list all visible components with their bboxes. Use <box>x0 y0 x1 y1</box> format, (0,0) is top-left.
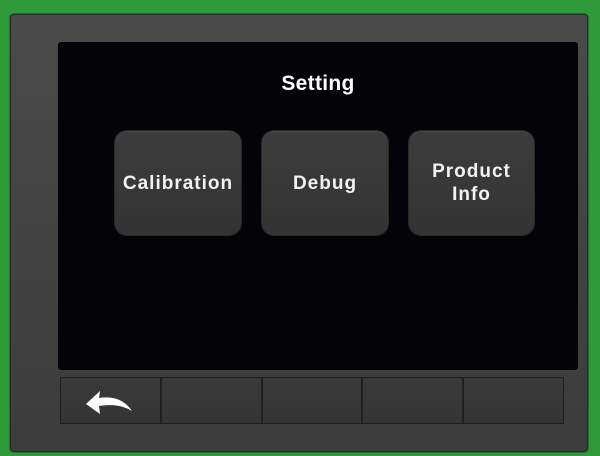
back-arrow-icon <box>86 390 133 414</box>
device-bezel: Setting Calibration Debug Product Info <box>10 14 588 452</box>
debug-button[interactable]: Debug <box>262 131 388 235</box>
display-screen: Setting Calibration Debug Product Info <box>58 42 578 370</box>
calibration-button[interactable]: Calibration <box>115 131 241 235</box>
page-title: Setting <box>281 72 355 95</box>
toolbar-slot-5[interactable] <box>464 378 563 423</box>
product-info-button[interactable]: Product Info <box>409 131 534 235</box>
bottom-toolbar <box>60 377 564 424</box>
toolbar-slot-3[interactable] <box>262 378 364 423</box>
toolbar-slot-4[interactable] <box>363 378 465 423</box>
back-button[interactable] <box>61 378 162 423</box>
toolbar-slot-2[interactable] <box>161 378 263 423</box>
